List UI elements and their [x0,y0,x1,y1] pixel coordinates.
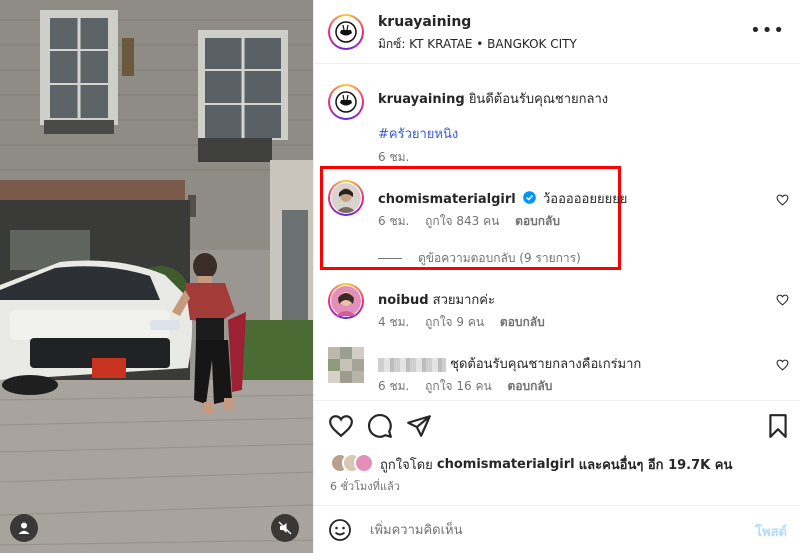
add-comment-bar: โพสต์ [314,505,800,553]
user-tag-icon [18,522,30,534]
comment-input[interactable] [370,519,730,541]
post-header: kruayaining มิกซ์: KT KRATAE • BANGKOK C… [314,0,800,64]
photo-image [0,0,313,553]
avatar-photo [331,183,361,213]
comment-avatar[interactable] [328,283,364,319]
replies-divider [378,258,402,259]
comment-text: ชุดต้อนรับคุณชายกลางคือเกร่มาก [450,357,642,372]
post-photo[interactable] [0,0,313,553]
brand-logo-icon [335,91,357,113]
action-bar [314,400,800,450]
bookmark-icon[interactable] [765,413,791,439]
comment-icon[interactable] [367,413,393,439]
caption-hashtag[interactable]: #ครัวยายหนิง [378,123,458,144]
comment-meta: 4 ชม. ถูกใจ 9 คน ตอบกลับ [378,313,557,332]
post-location[interactable]: มิกซ์: KT KRATAE • BANGKOK CITY [378,35,577,54]
comment-text: ว้อออออยยยยย [543,192,628,207]
caption-avatar[interactable] [328,84,364,120]
mute-button[interactable] [271,514,299,542]
comment-time[interactable]: 6 ชม. [378,379,409,393]
comment-likes[interactable]: ถูกใจ 9 คน [425,315,484,329]
comment-time[interactable]: 4 ชม. [378,315,409,329]
blurred-username[interactable] [378,357,446,372]
comment-likes[interactable]: ถูกใจ 843 คน [425,214,499,228]
view-replies-button[interactable]: ดูข้อความตอบกลับ (9 รายการ) [378,249,581,268]
comment-like-icon[interactable] [776,294,789,306]
liked-by[interactable]: ถูกใจโดย chomismaterialgirl และคนอื่นๆ อ… [330,452,732,476]
caption-text: ยินดีต้อนรับคุณชายกลาง [468,92,609,107]
heart-icon[interactable] [328,413,354,439]
comment-text: สวยมากค่ะ [432,293,495,308]
comment-meta: 6 ชม. ถูกใจ 843 คน ตอบกลับ [378,212,572,231]
caption-time[interactable]: 6 ชม. [378,150,409,164]
avatar [354,453,374,473]
share-icon[interactable] [406,413,432,439]
reply-button[interactable]: ตอบกลับ [515,214,560,228]
post-detail-panel: kruayaining มิกซ์: KT KRATAE • BANGKOK C… [313,0,800,553]
post-comment-button[interactable]: โพสต์ [755,521,787,542]
comment-meta: 6 ชม. ถูกใจ 16 คน ตอบกลับ [378,377,564,396]
post-time[interactable]: 6 ชั่วโมงที่แล้ว [330,477,400,495]
comment-username[interactable]: noibud [378,293,429,308]
comment-time[interactable]: 6 ชม. [378,214,409,228]
more-options-button[interactable]: ••• [750,22,785,40]
caption-username[interactable]: kruayaining [378,92,465,107]
verified-badge-icon [523,191,536,204]
profile-avatar[interactable] [328,14,364,50]
blurred-avatar[interactable] [328,347,364,383]
view-replies-label: ดูข้อความตอบกลับ (9 รายการ) [418,251,581,265]
brand-logo-icon [335,21,357,43]
reply-button[interactable]: ตอบกลับ [508,379,553,393]
comment-likes[interactable]: ถูกใจ 16 คน [425,379,492,393]
emoji-icon[interactable] [328,518,352,542]
comment-like-icon[interactable] [776,194,789,206]
comment-username[interactable]: chomismaterialgirl [378,192,516,207]
avatar-photo [331,286,361,316]
liked-by-user[interactable]: chomismaterialgirl [437,457,575,472]
user-tag-button[interactable] [10,514,38,542]
mute-icon [278,521,292,535]
comment-like-icon[interactable] [776,359,789,371]
reply-button[interactable]: ตอบกลับ [500,315,545,329]
comment-avatar[interactable] [328,180,364,216]
liked-by-count[interactable]: และคนอื่นๆ อีก 19.7K คน [579,454,733,475]
liked-by-avatars [330,453,374,475]
liked-by-prefix: ถูกใจโดย [380,457,433,473]
post-username[interactable]: kruayaining [378,14,471,30]
more-options-icon: ••• [750,20,785,41]
caption-meta: 6 ชม. [378,148,421,167]
